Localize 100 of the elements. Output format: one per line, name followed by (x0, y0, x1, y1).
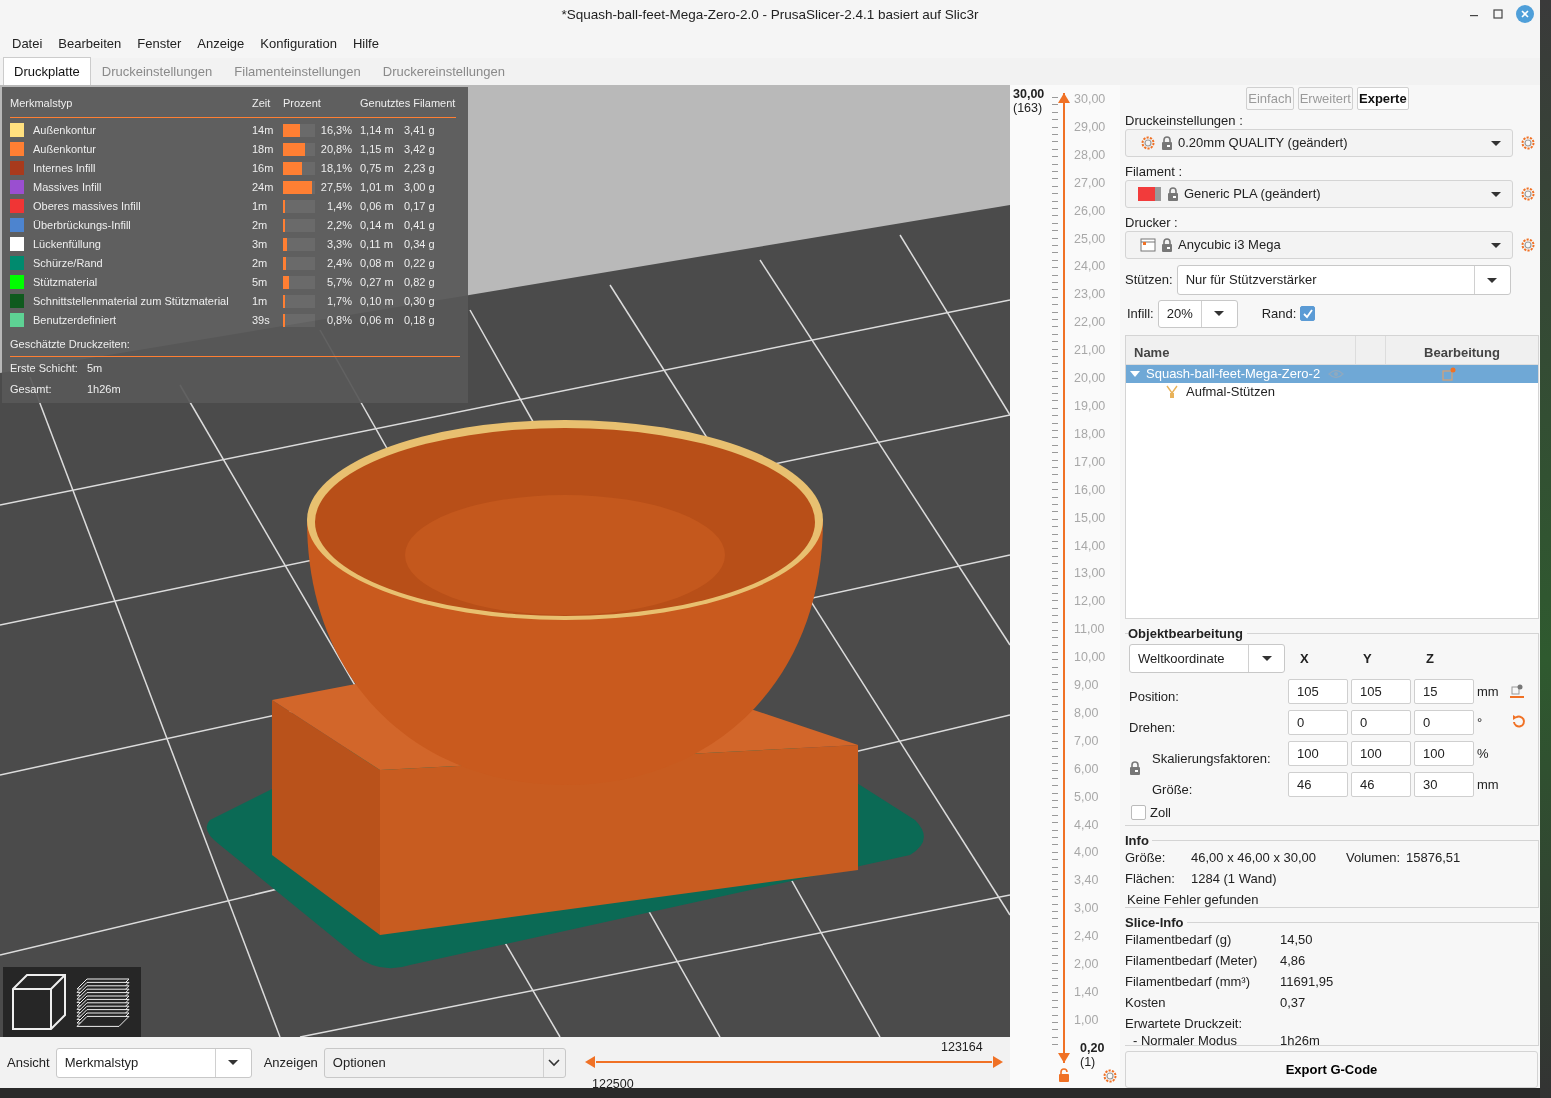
preset-label: Filament : (1125, 163, 1184, 180)
column-header: Prozent (283, 93, 360, 118)
field-label: Skalierungsfaktoren: (1152, 749, 1272, 766)
brush-icon (1166, 384, 1178, 399)
percent-value: 27,5% (319, 179, 353, 195)
lock-icon[interactable] (1129, 761, 1141, 777)
height-label: 28,00 (1074, 147, 1106, 162)
time-value: 18m (252, 141, 275, 157)
info-label: Flächen: (1125, 870, 1176, 889)
value-field[interactable]: 105 (1351, 678, 1411, 704)
menu-item[interactable]: Bearbeiten (50, 34, 130, 54)
brim-checkbox[interactable] (1300, 306, 1316, 322)
menu-item[interactable]: Fenster (129, 34, 190, 54)
menu-item[interactable]: Hilfe (344, 34, 387, 54)
weight-value: 2,23 g (404, 160, 436, 176)
status-text: Keine Fehler gefunden (1127, 891, 1259, 910)
caret-icon (1486, 276, 1499, 284)
slice-info-label: - Normaler Modus (1132, 1034, 1239, 1049)
filament-color-icon (1138, 186, 1162, 202)
height-label: 4,00 (1074, 845, 1100, 860)
info-label: Größe: (1125, 849, 1167, 868)
gear-icon[interactable] (1520, 186, 1536, 202)
feature-name: Massives Infill (33, 179, 103, 195)
printer-preset-dropdown[interactable]: Anycubic i3 Mega (1125, 231, 1513, 259)
slice-info-value: 1h26m (1280, 1034, 1320, 1049)
percent-value: 1,4% (325, 198, 353, 214)
estimate-title: Geschätzte Druckzeiten: (10, 337, 130, 350)
unlocked-lock-icon[interactable] (1058, 1068, 1070, 1082)
value-field[interactable]: 46 (1288, 771, 1348, 797)
length-value: 0,06 m (360, 198, 395, 214)
brim-label: Rand: (1261, 305, 1297, 324)
percent-value: 0,8% (325, 312, 353, 328)
infill-label: Infill: (1127, 305, 1154, 324)
height-label: 1,40 (1074, 985, 1100, 999)
collapse-arrow-icon[interactable] (1130, 369, 1140, 378)
length-value: 0,06 m (360, 312, 395, 328)
height-label: 3,00 (1074, 901, 1100, 916)
slider-thumb[interactable] (585, 1056, 595, 1068)
printer-icon (1140, 238, 1156, 252)
value-field[interactable]: 100 (1351, 740, 1411, 766)
weight-value: 0,41 g (404, 217, 436, 233)
caret-icon (1490, 190, 1502, 198)
value-field[interactable]: 30 (1414, 771, 1474, 797)
gear-icon[interactable] (1520, 135, 1536, 151)
export-button[interactable]: Export G-Code (1125, 1051, 1538, 1088)
column-header: Zeit (252, 93, 283, 118)
print-preset-dropdown[interactable]: 0.20mm QUALITY (geändert) (1125, 129, 1513, 157)
mode-button[interactable]: Experte (1357, 87, 1409, 110)
value-field[interactable]: 46 (1351, 771, 1411, 797)
height-label: 5,00 (1074, 789, 1100, 804)
infill-combobox[interactable]: 20% (1157, 299, 1238, 328)
slider-thumb[interactable] (1058, 1053, 1070, 1063)
length-value: 0,10 m (360, 293, 395, 309)
value-field[interactable]: 100 (1288, 740, 1348, 766)
3d-model-drawing[interactable] (206, 420, 924, 969)
menu-item[interactable]: Datei (4, 34, 51, 54)
value-field[interactable]: 105 (1288, 678, 1348, 704)
value-field[interactable]: 100 (1414, 740, 1474, 766)
coordinate-system-dropdown[interactable]: Weltkoordinate (1129, 643, 1285, 673)
object-name: Squash-ball-feet-Mega-Zero-2 (1146, 365, 1321, 384)
weight-value: 3,41 g (404, 122, 436, 138)
length-value: 0,27 m (360, 274, 395, 290)
lock-icon (1161, 237, 1173, 253)
value-field[interactable]: 15 (1414, 678, 1474, 704)
options-dropdown[interactable]: Optionen (323, 1047, 566, 1078)
close-icon[interactable] (1516, 5, 1534, 23)
gear-icon[interactable] (1102, 1068, 1118, 1084)
value-field[interactable]: 0 (1414, 709, 1474, 735)
percent-value: 16,3% (319, 122, 353, 138)
height-label: 15,00 (1074, 510, 1106, 525)
tab[interactable]: Druckplatte (3, 56, 91, 85)
estimate-label: Erste Schicht: (10, 361, 79, 376)
gear-icon[interactable] (1520, 237, 1536, 253)
feature-name: Benutzerdefiniert (33, 312, 118, 328)
slider-thumb[interactable] (993, 1056, 1003, 1068)
length-value: 1,01 m (360, 179, 395, 195)
object-row[interactable]: Aufmal-Stützen (1126, 382, 1538, 401)
height-label: 30,00 (1074, 92, 1106, 106)
menu-item[interactable]: Anzeige (189, 34, 253, 54)
slider-thumb[interactable] (1058, 93, 1070, 103)
drop-to-bed-icon[interactable] (1510, 684, 1524, 699)
value-field[interactable]: 0 (1288, 709, 1348, 735)
estimate-value: 1h26m (87, 382, 121, 397)
inches-checkbox[interactable] (1131, 805, 1146, 821)
value-field[interactable]: 0 (1351, 709, 1411, 735)
height-label: 7,00 (1074, 733, 1100, 748)
view-type-dropdown[interactable]: Merkmalstyp (55, 1047, 252, 1078)
supports-dropdown[interactable]: Nur für Stützverstärker (1176, 265, 1511, 295)
length-value: 0,75 m (360, 160, 395, 176)
maximize-icon[interactable] (1492, 8, 1504, 20)
column-header: Merkmalstyp (10, 93, 252, 118)
filament-preset-dropdown[interactable]: Generic PLA (geändert) (1125, 180, 1513, 208)
feature-name: Überbrückungs-Infill (33, 217, 132, 233)
layer-height-value: 0,20 (1080, 1041, 1105, 1055)
cube-icon[interactable] (9, 971, 67, 1031)
time-value: 2m (252, 217, 269, 233)
time-value: 1m (252, 198, 269, 214)
menu-item[interactable]: Konfiguration (252, 34, 345, 54)
percent-value: 2,4% (325, 255, 353, 271)
time-value: 14m (252, 122, 275, 138)
